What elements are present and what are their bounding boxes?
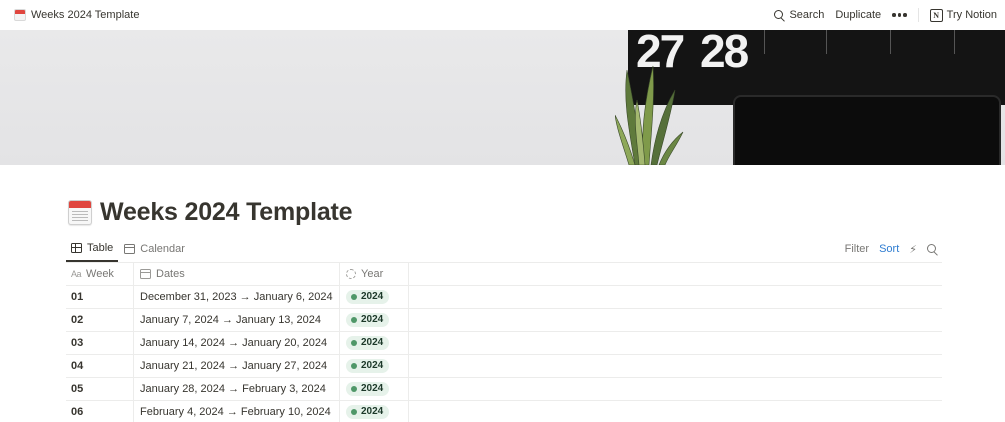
try-notion-label: Try Notion <box>946 9 997 21</box>
week-cell[interactable]: 06 <box>71 406 83 418</box>
tab-table[interactable]: Table <box>66 236 119 262</box>
dates-cell[interactable]: January 21, 2024 → January 27, 2024 <box>140 360 327 372</box>
week-cell[interactable]: 04 <box>71 360 83 372</box>
tab-calendar[interactable]: Calendar <box>119 236 190 262</box>
table-row[interactable]: 02 January 7, 2024 → January 13, 2024 20… <box>66 309 942 332</box>
page-header: Weeks 2024 Template <box>68 198 353 227</box>
column-header-week[interactable]: Aa Week <box>66 263 134 285</box>
tag-dot-icon <box>351 317 357 323</box>
calendar-emoji-icon <box>14 9 26 21</box>
table-row[interactable]: 01 December 31, 2023 → January 6, 2024 2… <box>66 286 942 309</box>
column-header-label: Dates <box>156 268 185 280</box>
year-tag[interactable]: 2024 <box>346 290 390 304</box>
year-tag-label: 2024 <box>361 360 384 371</box>
automation-icon[interactable]: ⚡ <box>909 243 917 256</box>
monitor-image <box>733 95 1001 165</box>
table-row[interactable]: 05 January 28, 2024 → February 3, 2024 2… <box>66 378 942 401</box>
year-tag-label: 2024 <box>361 337 384 348</box>
week-cell[interactable]: 02 <box>71 314 83 326</box>
year-tag-label: 2024 <box>361 383 384 394</box>
year-tag[interactable]: 2024 <box>346 382 390 396</box>
dates-cell[interactable]: February 4, 2024 → February 10, 2024 <box>140 406 331 418</box>
calendar-icon <box>124 244 136 254</box>
empty-cell <box>409 401 942 422</box>
year-tag-label: 2024 <box>361 314 384 325</box>
tag-dot-icon <box>351 386 357 392</box>
week-cell[interactable]: 01 <box>71 291 83 303</box>
dates-cell[interactable]: January 7, 2024 → January 13, 2024 <box>140 314 321 326</box>
empty-cell <box>409 309 942 331</box>
top-bar: Weeks 2024 Template Search Duplicate N T… <box>0 0 1005 30</box>
table-header-row: Aa Week Dates Year <box>66 263 942 286</box>
year-tag-label: 2024 <box>361 291 384 302</box>
week-cell[interactable]: 03 <box>71 337 83 349</box>
table-row[interactable]: 06 February 4, 2024 → February 10, 2024 … <box>66 401 942 422</box>
notion-logo-icon: N <box>929 8 943 22</box>
breadcrumb[interactable]: Weeks 2024 Template <box>14 9 139 21</box>
year-tag-label: 2024 <box>361 406 384 417</box>
topbar-divider <box>917 8 919 22</box>
empty-column <box>409 263 942 285</box>
search-icon <box>774 9 785 21</box>
column-header-year[interactable]: Year <box>340 263 409 285</box>
table-icon <box>71 243 82 253</box>
database-table: Aa Week Dates Year 01 December 31, 2023 … <box>66 262 942 422</box>
column-header-label: Year <box>361 268 384 280</box>
date-property-icon <box>140 269 151 279</box>
year-tag[interactable]: 2024 <box>346 313 390 327</box>
page-cover: 27 28 <box>0 30 1005 165</box>
table-row[interactable]: 03 January 14, 2024 → January 20, 2024 2… <box>66 332 942 355</box>
formula-property-icon <box>346 269 356 279</box>
breadcrumb-title: Weeks 2024 Template <box>31 9 140 21</box>
column-header-dates[interactable]: Dates <box>134 263 340 285</box>
empty-cell <box>409 355 942 377</box>
try-notion-button[interactable]: N Try Notion <box>929 8 997 22</box>
calendar-page-icon[interactable] <box>68 200 92 225</box>
filter-button[interactable]: Filter <box>845 243 869 255</box>
dates-cell[interactable]: January 14, 2024 → January 20, 2024 <box>140 337 327 349</box>
search-label: Search <box>789 9 825 21</box>
year-tag[interactable]: 2024 <box>346 336 390 350</box>
year-tag[interactable]: 2024 <box>346 359 390 373</box>
tag-dot-icon <box>351 340 357 346</box>
empty-cell <box>409 378 942 400</box>
empty-cell <box>409 332 942 354</box>
more-options-icon[interactable] <box>892 13 907 17</box>
dates-cell[interactable]: January 28, 2024 → February 3, 2024 <box>140 383 326 395</box>
table-row[interactable]: 04 January 21, 2024 → January 27, 2024 2… <box>66 355 942 378</box>
duplicate-button[interactable]: Duplicate <box>835 9 881 21</box>
column-header-label: Week <box>86 268 114 280</box>
tab-table-label: Table <box>87 242 114 254</box>
text-property-icon: Aa <box>71 269 82 279</box>
database-view-bar: Table Calendar Filter Sort ⚡ <box>66 236 942 262</box>
dates-cell[interactable]: December 31, 2023 → January 6, 2024 <box>140 291 333 303</box>
duplicate-label: Duplicate <box>835 9 882 21</box>
tag-dot-icon <box>351 363 357 369</box>
sort-button[interactable]: Sort <box>879 243 899 255</box>
calendar-number: 28 <box>700 30 749 77</box>
week-cell[interactable]: 05 <box>71 383 83 395</box>
year-tag[interactable]: 2024 <box>346 405 390 419</box>
database-search-icon[interactable] <box>927 243 938 255</box>
empty-cell <box>409 286 942 308</box>
search-button[interactable]: Search <box>774 9 824 21</box>
tag-dot-icon <box>351 294 357 300</box>
page-title: Weeks 2024 Template <box>100 198 353 226</box>
tab-calendar-label: Calendar <box>140 243 185 255</box>
plant-image <box>615 65 684 165</box>
tag-dot-icon <box>351 409 357 415</box>
